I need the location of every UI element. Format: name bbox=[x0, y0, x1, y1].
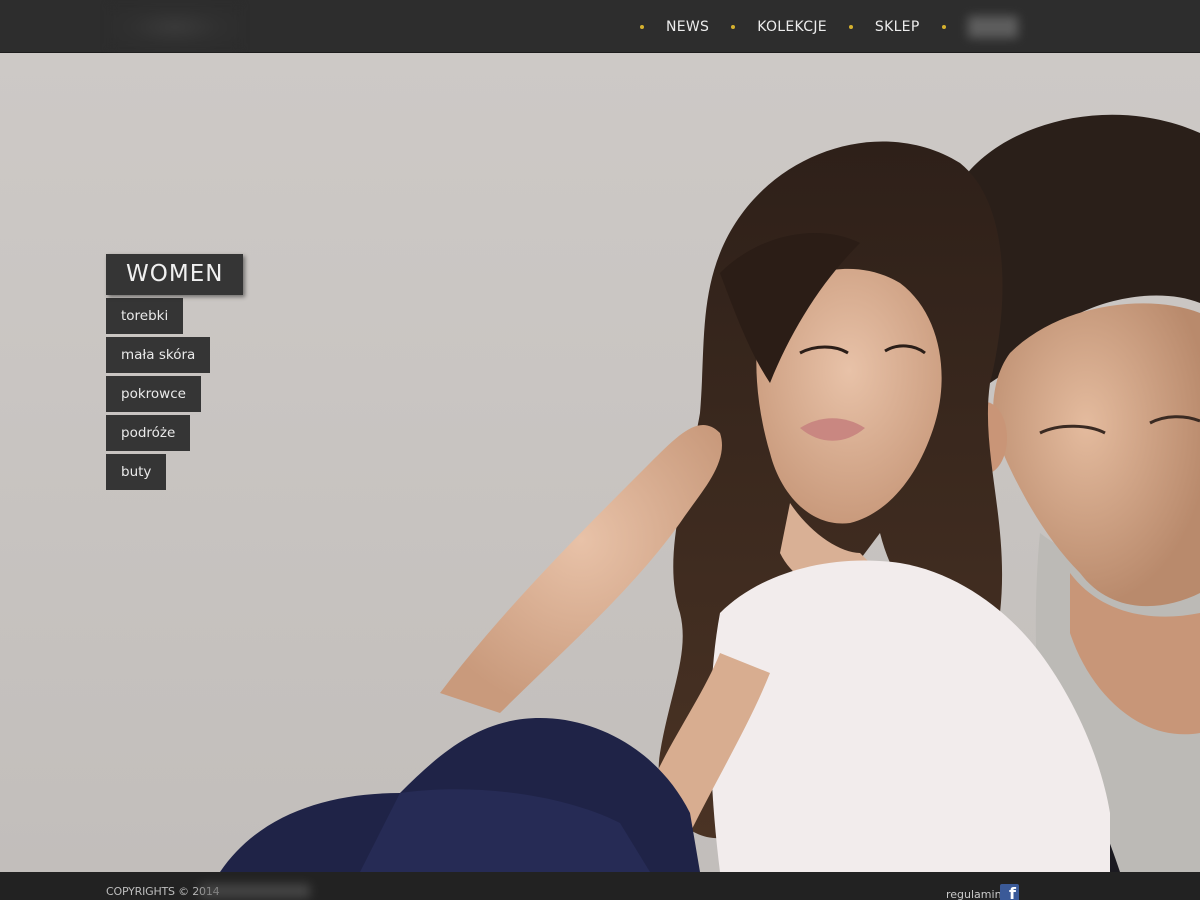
nav-dot-icon bbox=[848, 24, 853, 29]
nav-item-obscured[interactable] bbox=[967, 15, 1018, 38]
category-menu: WOMEN torebki mała skóra pokrowce podróż… bbox=[106, 254, 244, 493]
main-nav: NEWS KOLEKCJE SKLEP bbox=[640, 0, 1018, 53]
category-item-podroze[interactable]: podróże bbox=[106, 415, 191, 451]
facebook-icon[interactable]: f bbox=[1000, 884, 1019, 900]
regulamin-link[interactable]: regulamin bbox=[946, 888, 1002, 900]
category-item-mala-skora[interactable]: mała skóra bbox=[106, 337, 211, 373]
nav-item-kolekcje[interactable]: KOLEKCJE bbox=[757, 19, 827, 35]
nav-dot-icon bbox=[941, 24, 946, 29]
category-item-pokrowce[interactable]: pokrowce bbox=[106, 376, 201, 412]
category-list: torebki mała skóra pokrowce podróże buty bbox=[106, 298, 243, 490]
logo[interactable] bbox=[110, 4, 240, 50]
nav-dot-icon bbox=[731, 24, 736, 29]
top-navigation-bar: NEWS KOLEKCJE SKLEP bbox=[0, 0, 1200, 53]
nav-item-sklep[interactable]: SKLEP bbox=[875, 19, 920, 35]
footer: COPYRIGHTS © 2014 regulamin f bbox=[0, 872, 1200, 900]
hero-banner: WOMEN torebki mała skóra pokrowce podróż… bbox=[0, 53, 1200, 872]
category-item-buty[interactable]: buty bbox=[106, 454, 167, 490]
copyright-owner-obscured bbox=[200, 884, 310, 898]
category-item-torebki[interactable]: torebki bbox=[106, 298, 184, 334]
nav-dot-icon bbox=[640, 24, 644, 29]
man-face bbox=[993, 303, 1200, 607]
nav-item-news[interactable]: NEWS bbox=[666, 19, 709, 35]
category-title[interactable]: WOMEN bbox=[106, 254, 244, 295]
